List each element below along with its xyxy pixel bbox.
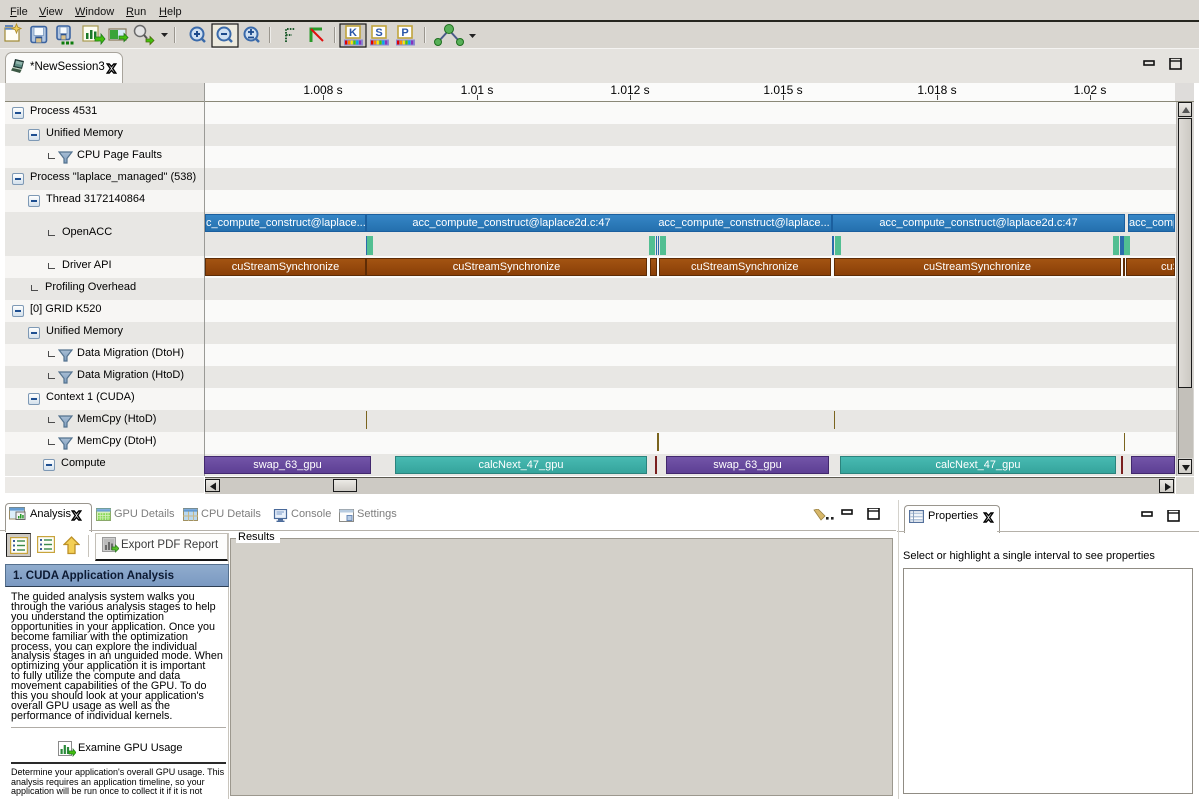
- svg-text:K: K: [349, 27, 357, 39]
- svg-text:P: P: [401, 27, 408, 39]
- svg-text:S: S: [375, 27, 382, 39]
